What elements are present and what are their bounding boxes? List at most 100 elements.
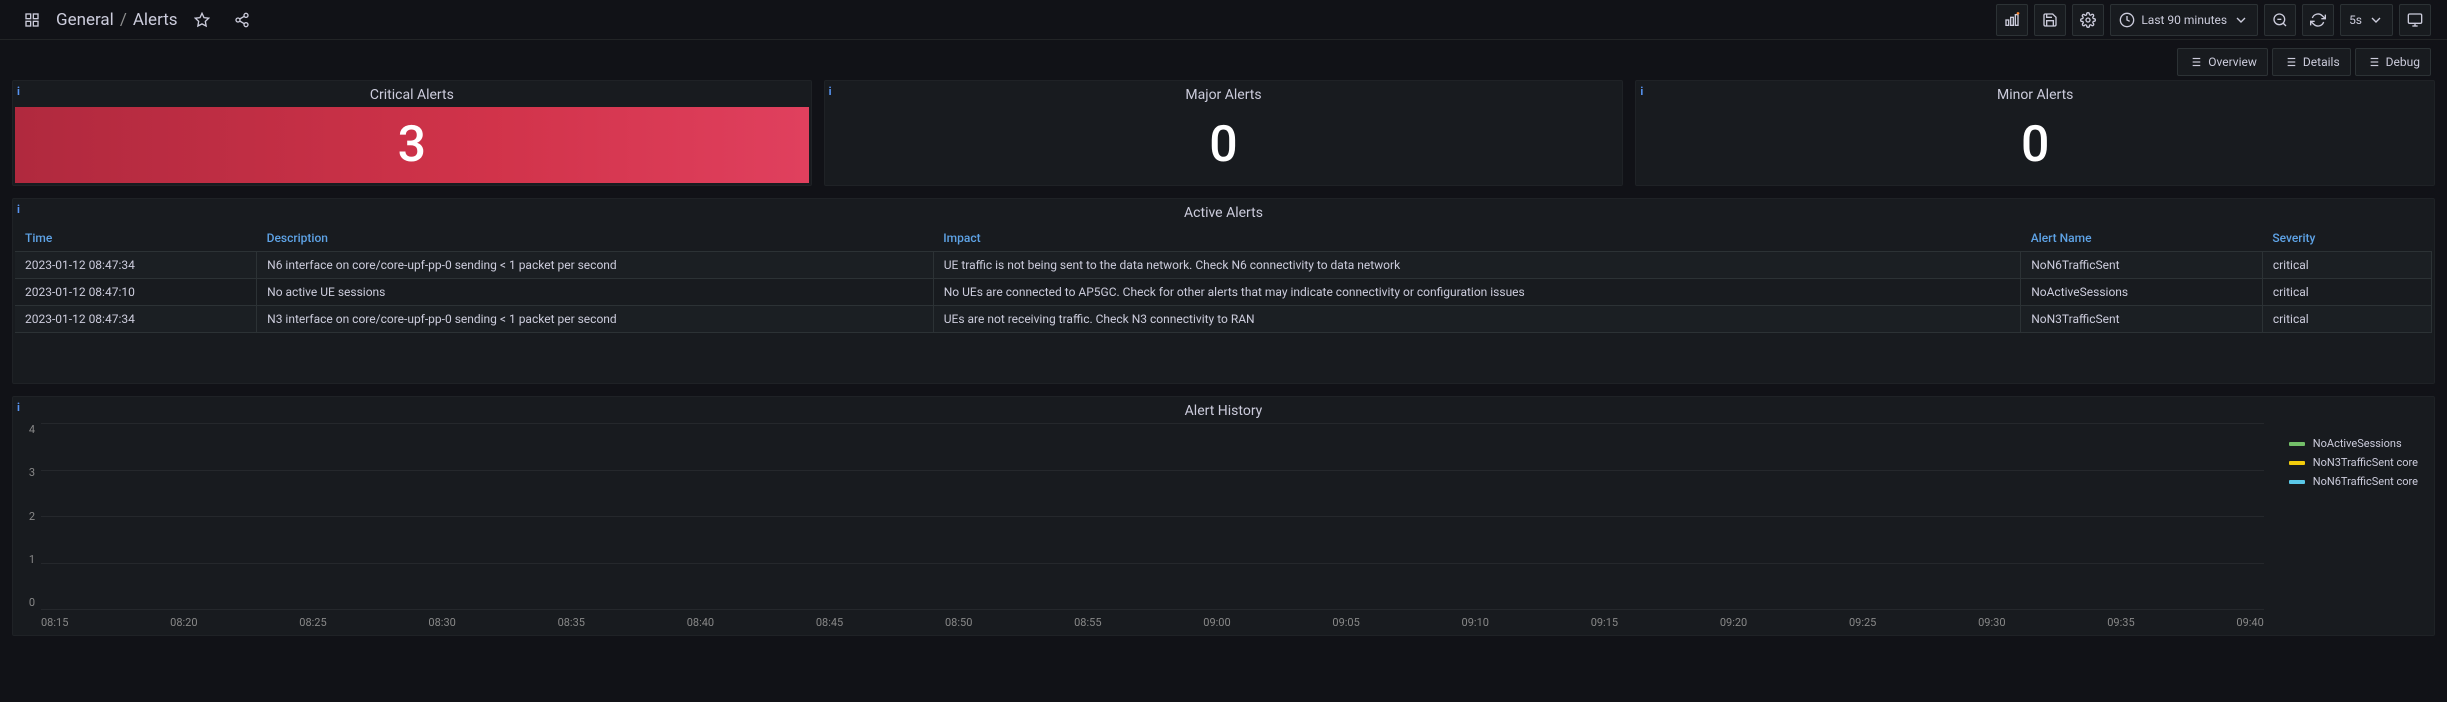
x-tick: 08:30 [428,616,455,629]
settings-button[interactable] [2072,4,2104,36]
legend-label: NoN3TrafficSent core [2313,456,2418,469]
x-tick: 09:40 [2236,616,2263,629]
tab-overview[interactable]: Overview [2177,48,2268,76]
stat-value-minor: 0 [2021,116,2049,174]
col-alert-name[interactable]: Alert Name [2021,225,2263,252]
tab-debug[interactable]: Debug [2355,48,2431,76]
cell-alert_name: NoN3TrafficSent [2021,306,2263,333]
monitor-button[interactable] [2399,4,2431,36]
panel-info-icon[interactable]: i [17,401,20,414]
refresh-interval-label: 5s [2349,13,2362,27]
legend-item[interactable]: NoN3TrafficSent core [2289,456,2418,469]
y-tick: 4 [13,423,37,436]
refresh-interval-picker[interactable]: 5s [2340,4,2393,36]
dashboard-grid-icon[interactable] [16,4,48,36]
col-severity[interactable]: Severity [2262,225,2431,252]
panel-title: Major Alerts [825,81,1623,107]
chart-bars [41,423,2264,609]
cell-alert_name: NoActiveSessions [2021,279,2263,306]
breadcrumb-root[interactable]: General [56,10,114,30]
stat-body: 3 [15,107,809,183]
panel-critical-alerts: i Critical Alerts 3 [12,80,812,186]
y-tick: 0 [13,596,37,609]
alert-history-row: i Alert History 01234 08:1508:2008:2508:… [12,396,2435,636]
active-alerts-table: Time Description Impact Alert Name Sever… [15,225,2432,333]
panel-info-icon[interactable]: i [17,85,20,98]
y-tick: 1 [13,553,37,566]
share-icon[interactable] [226,4,258,36]
refresh-button[interactable] [2302,4,2334,36]
cell-impact: UE traffic is not being sent to the data… [933,252,2020,279]
panel-minor-alerts: i Minor Alerts 0 [1635,80,2435,186]
cell-time: 2023-01-12 08:47:10 [15,279,257,306]
x-tick: 08:25 [299,616,326,629]
active-alerts-row: i Active Alerts Time Description Impact … [12,198,2435,384]
dashboard-content: i Critical Alerts 3 i Major Alerts 0 i M… [0,80,2447,636]
cell-impact: UEs are not receiving traffic. Check N3 … [933,306,2020,333]
panel-title: Alert History [13,397,2434,423]
stat-body: 0 [1638,107,2432,183]
y-tick: 2 [13,510,37,523]
stat-value-critical: 3 [398,116,426,174]
toolbar-left: General / Alerts [16,4,1996,36]
time-range-picker[interactable]: Last 90 minutes [2110,4,2258,36]
col-time[interactable]: Time [15,225,257,252]
cell-alert_name: NoN6TrafficSent [2021,252,2263,279]
legend-item[interactable]: NoActiveSessions [2289,437,2418,450]
panel-info-icon[interactable]: i [829,85,832,98]
panel-title: Minor Alerts [1636,81,2434,107]
legend-swatch [2289,480,2305,484]
table-row[interactable]: 2023-01-12 08:47:10No active UE sessions… [15,279,2432,306]
tab-details-label: Details [2303,55,2340,69]
table-row[interactable]: 2023-01-12 08:47:34N3 interface on core/… [15,306,2432,333]
x-tick: 09:05 [1332,616,1359,629]
toolbar-right: Last 90 minutes 5s [1996,4,2431,36]
x-tick: 08:50 [945,616,972,629]
stats-row: i Critical Alerts 3 i Major Alerts 0 i M… [12,80,2435,186]
breadcrumb: General / Alerts [56,10,178,30]
x-tick: 09:35 [2107,616,2134,629]
chart-area[interactable] [41,423,2264,609]
legend-label: NoActiveSessions [2313,437,2402,450]
x-tick: 09:30 [1978,616,2005,629]
list-icon [2283,55,2297,69]
chart-y-axis: 0 1 2 3 4 [13,423,37,609]
cell-time: 2023-01-12 08:47:34 [15,306,257,333]
star-icon[interactable] [186,4,218,36]
legend-swatch [2289,442,2305,446]
y-tick: 3 [13,466,37,479]
panel-title: Critical Alerts [13,81,811,107]
list-icon [2366,55,2380,69]
table-row[interactable]: 2023-01-12 08:47:34N6 interface on core/… [15,252,2432,279]
x-tick: 09:10 [1462,616,1489,629]
cell-description: N6 interface on core/core-upf-pp-0 sendi… [257,252,934,279]
x-tick: 08:45 [816,616,843,629]
tab-debug-label: Debug [2386,55,2420,69]
tab-overview-label: Overview [2208,55,2257,69]
x-tick: 09:15 [1591,616,1618,629]
panel-alert-history: i Alert History 01234 08:1508:2008:2508:… [12,396,2435,636]
col-impact[interactable]: Impact [933,225,2020,252]
x-tick: 08:40 [687,616,714,629]
time-range-label: Last 90 minutes [2141,13,2227,27]
x-tick: 09:00 [1203,616,1230,629]
panel-active-alerts: i Active Alerts Time Description Impact … [12,198,2435,384]
x-tick: 08:15 [41,616,68,629]
stat-body: 0 [827,107,1621,183]
view-tabs: Overview Details Debug [0,40,2447,80]
chart-legend: NoActiveSessions NoN3TrafficSent core NoN6… [2289,437,2418,488]
panel-info-icon[interactable]: i [1640,85,1643,98]
chevron-down-icon [2368,12,2384,28]
breadcrumb-current[interactable]: Alerts [133,10,178,30]
legend-item[interactable]: NoN6TrafficSent core [2289,475,2418,488]
tab-details[interactable]: Details [2272,48,2351,76]
legend-label: NoN6TrafficSent core [2313,475,2418,488]
save-dashboard-button[interactable] [2034,4,2066,36]
zoom-out-button[interactable] [2264,4,2296,36]
x-tick: 08:35 [558,616,585,629]
cell-description: No active UE sessions [257,279,934,306]
panel-info-icon[interactable]: i [17,203,20,216]
col-description[interactable]: Description [257,225,934,252]
legend-swatch [2289,461,2305,465]
add-panel-button[interactable] [1996,4,2028,36]
